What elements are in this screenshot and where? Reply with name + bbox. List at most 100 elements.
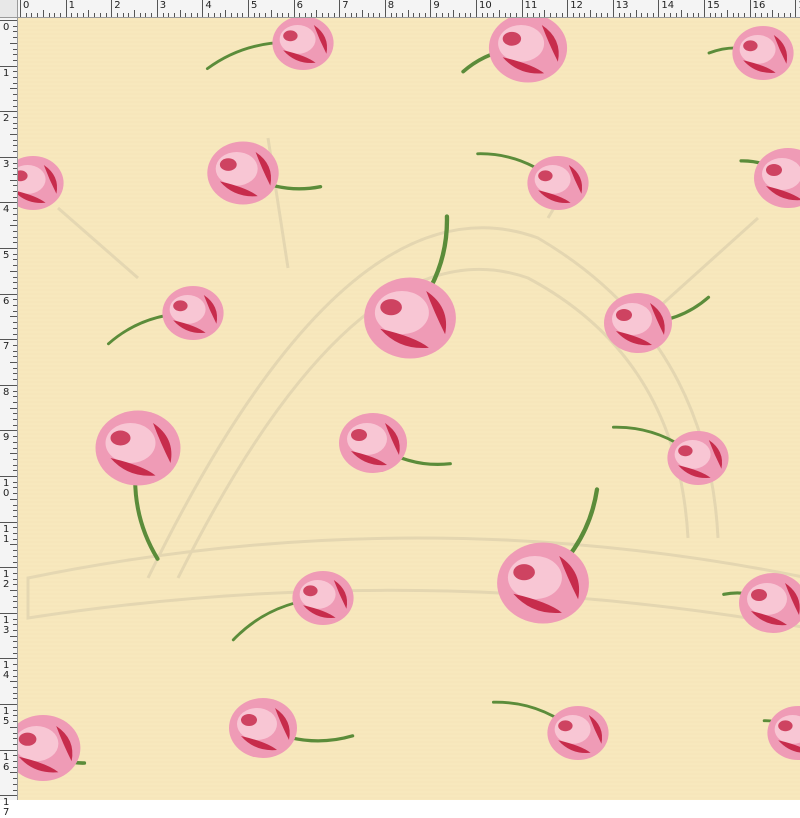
ruler-minor-tick: [555, 13, 557, 17]
ruler-minor-tick: [538, 13, 540, 17]
ruler-minor-tick: [10, 316, 17, 318]
ruler-minor-tick: [13, 37, 17, 39]
ruler-minor-tick: [572, 13, 574, 17]
ruler-minor-tick: [13, 253, 17, 255]
ruler-minor-tick: [13, 230, 17, 232]
ruler-minor-tick: [10, 407, 17, 409]
ruler-minor-tick: [99, 13, 101, 17]
ruler-major-tick: [0, 248, 17, 249]
ruler-minor-tick: [13, 647, 17, 648]
ruler-minor-tick: [13, 555, 17, 557]
ruler-minor-tick: [10, 772, 17, 774]
rose-center: [502, 31, 522, 46]
ruler-top-label: 9: [433, 0, 440, 11]
ruler-minor-tick: [13, 436, 17, 438]
ruler-minor-tick: [10, 681, 17, 683]
rose-center: [18, 732, 37, 746]
ruler-minor-tick: [253, 13, 255, 17]
ruler-top-label: 3: [159, 0, 167, 11]
ruler-minor-tick: [10, 42, 17, 44]
ruler-minor-tick: [13, 276, 17, 278]
ruler-minor-tick: [470, 13, 472, 17]
ruler-left-label: 4: [3, 670, 10, 682]
rose-highlight: [299, 580, 336, 609]
ruler-minor-tick: [13, 94, 17, 96]
ruler-minor-tick: [42, 10, 44, 17]
ruler-minor-tick: [10, 88, 17, 90]
ruler-major-tick: [795, 0, 797, 17]
ruler-minor-tick: [413, 13, 415, 17]
ruler-minor-tick: [13, 310, 17, 312]
ruler-minor-tick: [13, 242, 17, 244]
ruler-minor-tick: [10, 362, 17, 363]
ruler-major-tick: [0, 384, 17, 386]
ruler-minor-tick: [13, 624, 17, 626]
ruler-minor-tick: [13, 550, 17, 552]
ruler-minor-tick: [259, 13, 261, 17]
ruler-top-label: 4: [205, 0, 212, 11]
ruler-minor-tick: [10, 726, 17, 728]
ruler-minor-tick: [772, 10, 774, 17]
ruler-major-tick: [749, 0, 751, 17]
ruler-major-tick: [156, 0, 158, 17]
ruler-minor-tick: [270, 10, 272, 17]
ruler-minor-tick: [13, 464, 17, 466]
rose-center: [751, 589, 767, 601]
rose-highlight: [374, 291, 429, 335]
ruler-left-label: 9: [3, 432, 10, 444]
ruler-major-tick: [0, 202, 17, 204]
ruler-minor-tick: [13, 219, 17, 221]
ruler-minor-tick: [13, 761, 17, 762]
ruler-minor-tick: [424, 13, 426, 17]
ruler-minor-tick: [13, 447, 17, 449]
ruler-minor-tick: [333, 13, 335, 17]
ruler-minor-tick: [13, 601, 17, 603]
ruler-minor-tick: [13, 487, 17, 489]
ruler-minor-tick: [13, 675, 17, 677]
ruler-minor-tick: [436, 13, 438, 17]
rose-center: [513, 564, 535, 581]
ruler-minor-tick: [13, 327, 17, 329]
ruler-minor-tick: [721, 13, 723, 17]
ruler-minor-tick: [327, 13, 329, 17]
ruler-minor-tick: [13, 669, 17, 671]
ruler-minor-tick: [544, 10, 546, 17]
ruler-minor-tick: [550, 13, 552, 17]
ruler-minor-tick: [59, 13, 61, 17]
ruler-major-tick: [0, 658, 17, 660]
ruler-minor-tick: [13, 151, 17, 153]
ruler-minor-tick: [396, 13, 398, 17]
ruler-minor-tick: [13, 584, 17, 586]
ruler-major-tick: [339, 0, 341, 17]
ruler-minor-tick: [13, 77, 17, 78]
ruler-major-tick: [0, 20, 17, 21]
ruler-minor-tick: [13, 732, 17, 734]
ruler-minor-tick: [652, 13, 654, 17]
ruler-major-tick: [65, 0, 67, 17]
ruler-left-label: 5: [3, 716, 10, 727]
ruler-major-tick: [20, 0, 21, 17]
ruler-minor-tick: [10, 225, 17, 227]
ruler-minor-tick: [590, 10, 591, 17]
ruler-top-label: 8: [387, 0, 395, 11]
ruler-minor-tick: [561, 13, 563, 17]
ruler-minor-tick: [173, 13, 175, 17]
ruler-minor-tick: [10, 498, 17, 500]
ruler-minor-tick: [13, 595, 17, 597]
ruler-minor-tick: [48, 13, 50, 17]
ruler-minor-tick: [13, 652, 17, 654]
rose-highlight: [279, 25, 316, 54]
ruler-major-tick: [0, 567, 17, 569]
ruler-minor-tick: [407, 10, 409, 17]
ruler-minor-tick: [10, 590, 17, 591]
ruler-minor-tick: [122, 13, 124, 17]
ruler-minor-tick: [664, 13, 666, 17]
ruler-minor-tick: [25, 13, 27, 17]
rose-center: [678, 445, 693, 457]
ruler-minor-tick: [13, 766, 17, 768]
fabric-canvas: [18, 18, 800, 800]
ruler-minor-tick: [453, 10, 455, 17]
ruler-major-tick: [0, 339, 17, 341]
ruler-minor-tick: [162, 13, 164, 17]
rose-center: [110, 430, 131, 446]
